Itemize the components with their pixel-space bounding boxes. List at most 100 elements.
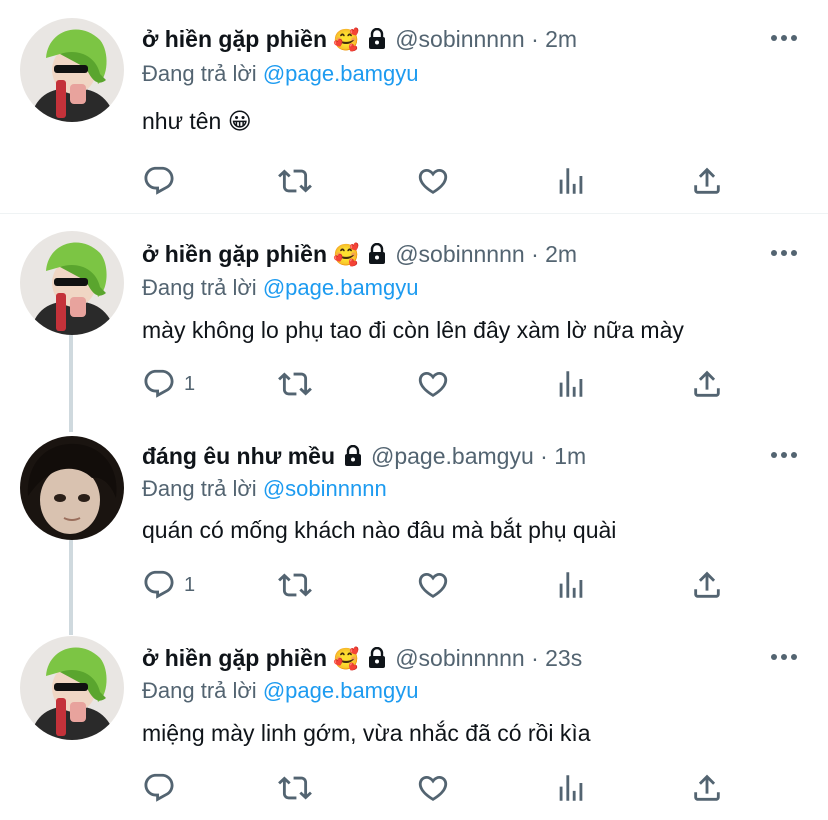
views-button[interactable]	[554, 367, 588, 401]
replying-to: Đang trả lời @sobinnnnn	[142, 474, 387, 504]
reply-button[interactable]: 1	[142, 367, 195, 401]
tweet-3[interactable]: đáng êu như mều @page.bamgyu · 1m Đang tr…	[0, 418, 828, 618]
avatar-image	[20, 18, 124, 122]
more-options-icon[interactable]	[770, 245, 798, 266]
share-button[interactable]	[690, 771, 724, 805]
reply-button[interactable]: 1	[142, 568, 195, 602]
handle[interactable]: @sobinnnnn	[395, 26, 525, 52]
like-button[interactable]	[416, 367, 450, 401]
reply-icon	[144, 166, 174, 195]
retweet-icon	[278, 573, 312, 597]
replying-to: Đang trả lời @page.bamgyu	[142, 273, 418, 303]
retweet-icon	[278, 169, 312, 193]
tweet-2[interactable]: ở hiền gặp phiền 🥰 @sobinnnnn · 2m Đang tr…	[0, 214, 828, 414]
reply-icon	[144, 369, 174, 398]
timestamp[interactable]: 1m	[554, 443, 586, 469]
tweet-text: như tên 😀	[142, 108, 252, 134]
mention-link[interactable]: @page.bamgyu	[263, 275, 419, 300]
tweet-text: miệng mày linh gớm, vừa nhắc đã có rồi k…	[142, 720, 591, 746]
tweet-header: đáng êu như mều @page.bamgyu · 1m	[142, 441, 586, 474]
reply-button[interactable]	[142, 771, 184, 805]
reply-count: 1	[184, 372, 196, 395]
analytics-icon	[559, 572, 583, 598]
mention-link[interactable]: @page.bamgyu	[263, 678, 419, 703]
name-emoji: 🥰	[333, 648, 360, 671]
separator-dot: ·	[540, 443, 548, 469]
views-button[interactable]	[554, 568, 588, 602]
separator-dot: ·	[531, 645, 539, 671]
tweet-text: mày không lo phụ tao đi còn lên đây xàm …	[142, 317, 684, 343]
avatar[interactable]	[20, 636, 124, 740]
reply-button[interactable]	[142, 164, 184, 198]
separator-dot: ·	[531, 241, 539, 267]
heart-icon	[418, 775, 448, 801]
share-button[interactable]	[690, 164, 724, 198]
mention-link[interactable]: @sobinnnnn	[263, 476, 387, 501]
retweet-button[interactable]	[278, 367, 312, 401]
separator-dot: ·	[531, 26, 539, 52]
like-button[interactable]	[416, 164, 450, 198]
tweet-1[interactable]: ở hiền gặp phiền 🥰 @sobinnnnn · 2m Đang tr…	[0, 0, 828, 213]
like-button[interactable]	[416, 568, 450, 602]
more-options-icon[interactable]	[770, 447, 798, 468]
avatar-image	[20, 436, 124, 540]
retweet-button[interactable]	[278, 568, 312, 602]
retweet-button[interactable]	[278, 771, 312, 805]
timestamp[interactable]: 2m	[545, 26, 577, 52]
avatar[interactable]	[20, 231, 124, 335]
tweet-4[interactable]: ở hiền gặp phiền 🥰 @sobinnnnn · 23s Đang t…	[0, 620, 828, 820]
lock-icon	[367, 646, 387, 676]
retweet-icon	[278, 776, 312, 800]
action-bar	[142, 771, 742, 805]
heart-icon	[418, 168, 448, 194]
tweet-text: quán có mống khách nào đâu mà bắt phụ qu…	[142, 517, 617, 543]
lock-icon	[367, 27, 387, 57]
share-icon	[694, 167, 720, 194]
replying-to: Đang trả lời @page.bamgyu	[142, 676, 418, 706]
analytics-icon	[559, 168, 583, 194]
more-options-icon[interactable]	[770, 30, 798, 51]
avatar-image	[20, 231, 124, 335]
share-icon	[694, 571, 720, 598]
replying-label: Đang trả lời	[142, 61, 257, 86]
views-button[interactable]	[554, 164, 588, 198]
avatar[interactable]	[20, 436, 124, 540]
heart-icon	[418, 371, 448, 397]
action-bar: 1	[142, 367, 742, 401]
share-button[interactable]	[690, 568, 724, 602]
avatar[interactable]	[20, 18, 124, 122]
tweet-header: ở hiền gặp phiền 🥰 @sobinnnnn · 2m	[142, 239, 577, 272]
timestamp[interactable]: 2m	[545, 241, 577, 267]
more-options-icon[interactable]	[770, 649, 798, 670]
name-emoji: 🥰	[333, 29, 360, 52]
replying-label: Đang trả lời	[142, 678, 257, 703]
lock-icon	[343, 444, 363, 474]
mention-link[interactable]: @page.bamgyu	[263, 61, 419, 86]
action-bar	[142, 164, 742, 198]
display-name[interactable]: ở hiền gặp phiền	[142, 241, 327, 267]
share-icon	[694, 774, 720, 801]
retweet-button[interactable]	[278, 164, 312, 198]
display-name[interactable]: đáng êu như mều	[142, 443, 335, 469]
analytics-icon	[559, 371, 583, 397]
handle[interactable]: @sobinnnnn	[395, 645, 525, 671]
replying-label: Đang trả lời	[142, 476, 257, 501]
tweet-header: ở hiền gặp phiền 🥰 @sobinnnnn · 23s	[142, 643, 582, 676]
reply-count: 1	[184, 573, 196, 596]
lock-icon	[367, 242, 387, 272]
share-button[interactable]	[690, 367, 724, 401]
display-name[interactable]: ở hiền gặp phiền	[142, 26, 327, 52]
like-button[interactable]	[416, 771, 450, 805]
reply-icon	[144, 773, 174, 802]
display-name[interactable]: ở hiền gặp phiền	[142, 645, 327, 671]
views-button[interactable]	[554, 771, 588, 805]
analytics-icon	[559, 775, 583, 801]
handle[interactable]: @sobinnnnn	[395, 241, 525, 267]
heart-icon	[418, 572, 448, 598]
timestamp[interactable]: 23s	[545, 645, 582, 671]
handle[interactable]: @page.bamgyu	[371, 443, 534, 469]
reply-icon	[144, 570, 174, 599]
replying-to: Đang trả lời @page.bamgyu	[142, 59, 418, 89]
action-bar: 1	[142, 568, 742, 602]
tweet-header: ở hiền gặp phiền 🥰 @sobinnnnn · 2m	[142, 24, 577, 57]
